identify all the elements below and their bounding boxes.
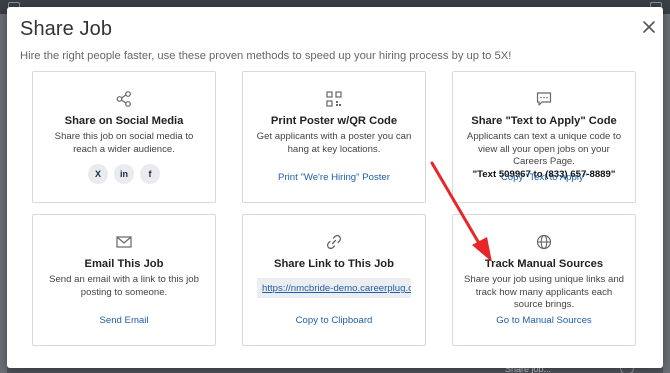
- card-title: Print Poster w/QR Code: [270, 115, 398, 127]
- print-poster-link[interactable]: Print "We're Hiring" Poster: [243, 172, 425, 183]
- job-url[interactable]: https://nmcbride-demo.careerplug.com/job…: [262, 283, 411, 294]
- card-description: Send an email with a link to this job po…: [49, 274, 199, 298]
- card-description: Share your job using unique links and tr…: [463, 274, 624, 310]
- close-icon[interactable]: [641, 19, 657, 35]
- card-share-social: Share on Social Media Share this job on …: [32, 71, 216, 203]
- modal-title: Share Job: [20, 18, 113, 40]
- card-print-poster: Print Poster w/QR Code Get applicants wi…: [242, 71, 426, 203]
- link-icon: [325, 233, 343, 251]
- card-title: Share Link to This Job: [274, 258, 394, 270]
- social-buttons: X in f: [33, 164, 215, 184]
- card-track-manual-sources: Track Manual Sources Share your job usin…: [452, 214, 636, 346]
- facebook-share-button[interactable]: f: [140, 164, 160, 184]
- card-share-link: Share Link to This Job https://nmcbride-…: [242, 214, 426, 346]
- envelope-icon: [115, 233, 133, 251]
- manual-sources-link[interactable]: Go to Manual Sources: [453, 315, 635, 326]
- x-share-button[interactable]: X: [88, 164, 108, 184]
- card-email-job: Email This Job Send an email with a link…: [32, 214, 216, 346]
- card-description: Share this job on social media to reach …: [54, 131, 194, 155]
- background-panel-left: [0, 14, 7, 373]
- card-text-to-apply: Share "Text to Apply" Code Applicants ca…: [452, 71, 636, 203]
- copy-to-clipboard-link[interactable]: Copy to Clipboard: [243, 315, 425, 326]
- background-panel-right: [663, 14, 670, 373]
- card-title: Track Manual Sources: [484, 258, 604, 270]
- job-url-field[interactable]: https://nmcbride-demo.careerplug.com/job…: [257, 278, 411, 298]
- card-description-text: Applicants can text a unique code to vie…: [466, 131, 622, 167]
- linkedin-share-button[interactable]: in: [114, 164, 134, 184]
- modal-subtitle: Hire the right people faster, use these …: [20, 50, 512, 62]
- copy-text-to-apply-link[interactable]: Copy "Text to Apply": [453, 172, 635, 183]
- qr-code-icon: [325, 90, 343, 108]
- card-title: Email This Job: [84, 258, 164, 270]
- globe-icon: [535, 233, 553, 251]
- card-title: Share "Text to Apply" Code: [471, 115, 617, 127]
- share-icon: [115, 90, 133, 108]
- card-description: Get applicants with a poster you can han…: [256, 131, 412, 155]
- share-job-modal: Share Job Hire the right people faster, …: [7, 7, 663, 368]
- chat-icon: [535, 90, 553, 108]
- send-email-link[interactable]: Send Email: [33, 315, 215, 326]
- card-title: Share on Social Media: [64, 115, 184, 127]
